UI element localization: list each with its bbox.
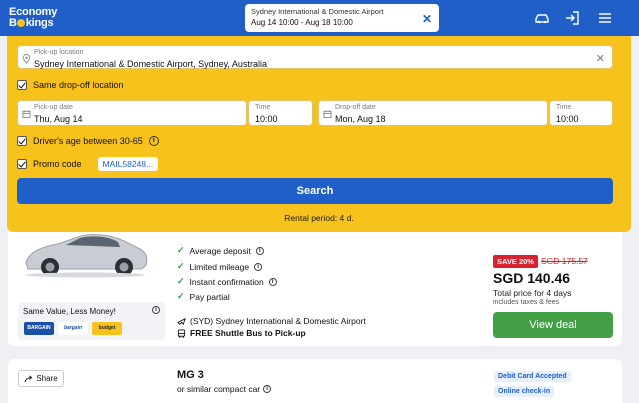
pickup-time-field[interactable]: Time 10:00 — [248, 100, 313, 126]
budget-logo: budget — [92, 322, 122, 335]
calendar-icon — [22, 110, 31, 119]
feature-label: Limited mileage — [189, 261, 250, 272]
dropoff-time-label: Time — [556, 104, 572, 111]
search-summary-pill[interactable]: Sydney International & Domestic Airport … — [245, 4, 439, 32]
driver-age-label: Driver's age between 30-65 — [33, 136, 143, 146]
search-button[interactable]: Search — [17, 178, 613, 204]
feature-label: Instant confirmation — [189, 276, 264, 287]
total-price-label: Total price for 4 days — [493, 288, 572, 298]
debit-card-tag: Debit Card Accepted — [494, 371, 571, 382]
info-icon[interactable]: i — [268, 277, 277, 286]
feature-label: Average deposit — [189, 245, 251, 256]
feature-label: Pay partial — [189, 291, 230, 302]
pickup-date-label: Pick-up date — [34, 104, 73, 111]
pickup-time-label: Time — [255, 104, 271, 111]
dropoff-date-value: Mon, Aug 18 — [335, 114, 386, 124]
dropoff-time-value: 10:00 — [556, 114, 579, 124]
checkmark-icon: ✓ — [177, 245, 185, 255]
summary-location: Sydney International & Domestic Airport — [251, 7, 384, 16]
feature-item: ✓ Limited mileage i — [177, 261, 263, 272]
save-badge: SAVE 20% — [493, 255, 538, 268]
dropoff-time-field[interactable]: Time 10:00 — [549, 100, 613, 126]
info-icon[interactable]: i — [263, 385, 272, 393]
bus-icon — [177, 328, 186, 338]
shuttle-line: FREE Shuttle Bus to Pick-up — [177, 328, 306, 338]
location-pin-icon — [22, 54, 31, 64]
info-icon[interactable]: i — [254, 262, 263, 271]
old-price: SGD 175.57 — [541, 256, 588, 266]
pickup-time-value: 10:00 — [255, 114, 278, 124]
similar-text: or similar compact car — [177, 384, 261, 394]
feature-item: ✓ Average deposit i — [177, 245, 264, 256]
checkbox-checked-icon[interactable] — [17, 136, 27, 146]
feature-item: ✓ Instant confirmation i — [177, 276, 277, 287]
economy-bookings-logo[interactable]: Economy Bkings — [9, 7, 57, 29]
same-dropoff-checkbox[interactable]: Same drop-off location — [17, 80, 123, 90]
close-icon[interactable]: ✕ — [422, 12, 432, 26]
bargain-script-logo: bargain — [58, 322, 88, 335]
checkmark-icon: ✓ — [177, 291, 185, 301]
menu-icon[interactable] — [597, 10, 613, 26]
clear-location-icon[interactable]: ✕ — [596, 52, 605, 65]
online-checkin-tag: Online check-in — [494, 386, 555, 397]
pickup-date-value: Thu, Aug 14 — [34, 114, 83, 124]
car-icon[interactable] — [534, 10, 550, 26]
info-icon[interactable]: i — [148, 136, 159, 146]
promo-code-checkbox[interactable]: Promo code MAIL58248... — [17, 157, 159, 171]
login-icon[interactable] — [564, 10, 580, 26]
pickup-location-line: (SYD) Sydney International & Domestic Ai… — [177, 316, 366, 326]
dropoff-date-label: Drop-off date — [335, 104, 376, 111]
logo-line-2: Bkings — [9, 17, 54, 29]
pickup-date-field[interactable]: Pick-up date Thu, Aug 14 — [17, 100, 247, 126]
rental-period: Rental period: 4 d. — [284, 213, 354, 223]
plane-icon — [177, 317, 186, 325]
share-label: Share — [36, 374, 58, 383]
same-dropoff-label: Same drop-off location — [33, 80, 124, 90]
taxes-note: includes taxes & fees — [493, 299, 560, 306]
checkbox-checked-icon[interactable] — [17, 159, 27, 169]
calendar-icon — [323, 110, 332, 119]
car-similar: or similar compact car i — [177, 384, 272, 394]
share-icon — [24, 375, 33, 382]
car-model: MG 3 — [177, 369, 204, 381]
driver-age-checkbox[interactable]: Driver's age between 30-65 i — [17, 136, 159, 146]
summary-dates: Aug 14 10:00 - Aug 18 10:00 — [251, 18, 353, 27]
promo-code-input[interactable]: MAIL58248... — [97, 157, 159, 171]
car-image — [25, 234, 148, 278]
checkmark-icon: ✓ — [177, 276, 185, 286]
checkmark-icon: ✓ — [177, 261, 185, 271]
info-icon[interactable]: i — [152, 306, 160, 314]
pickup-location-field[interactable]: Pick-up location Sydney International & … — [17, 45, 613, 69]
view-deal-button[interactable]: View deal — [493, 312, 613, 338]
info-icon[interactable]: i — [255, 246, 264, 255]
bargain-logo: BARGAIN — [24, 322, 54, 335]
price: SGD 140.46 — [493, 270, 571, 286]
pickup-location-text: (SYD) Sydney International & Domestic Ai… — [190, 316, 366, 326]
dropoff-date-field[interactable]: Drop-off date Mon, Aug 18 — [318, 100, 548, 126]
checkbox-checked-icon[interactable] — [17, 80, 27, 90]
pickup-location-value: Sydney International & Domestic Airport,… — [34, 59, 267, 69]
promo-code-label: Promo code — [33, 159, 82, 169]
shuttle-text: FREE Shuttle Bus to Pick-up — [190, 328, 306, 338]
top-navigation-bar: Economy Bkings Sydney International & Do… — [0, 0, 639, 36]
search-panel: Pick-up location Sydney International & … — [7, 36, 631, 232]
share-button[interactable]: Share — [18, 370, 64, 387]
pickup-location-label: Pick-up location — [34, 49, 84, 56]
promo-box-title: Same Value, Less Money! — [23, 307, 116, 316]
feature-item: ✓ Pay partial — [177, 291, 230, 302]
promo-box: Same Value, Less Money! i BARGAIN bargai… — [18, 302, 165, 340]
